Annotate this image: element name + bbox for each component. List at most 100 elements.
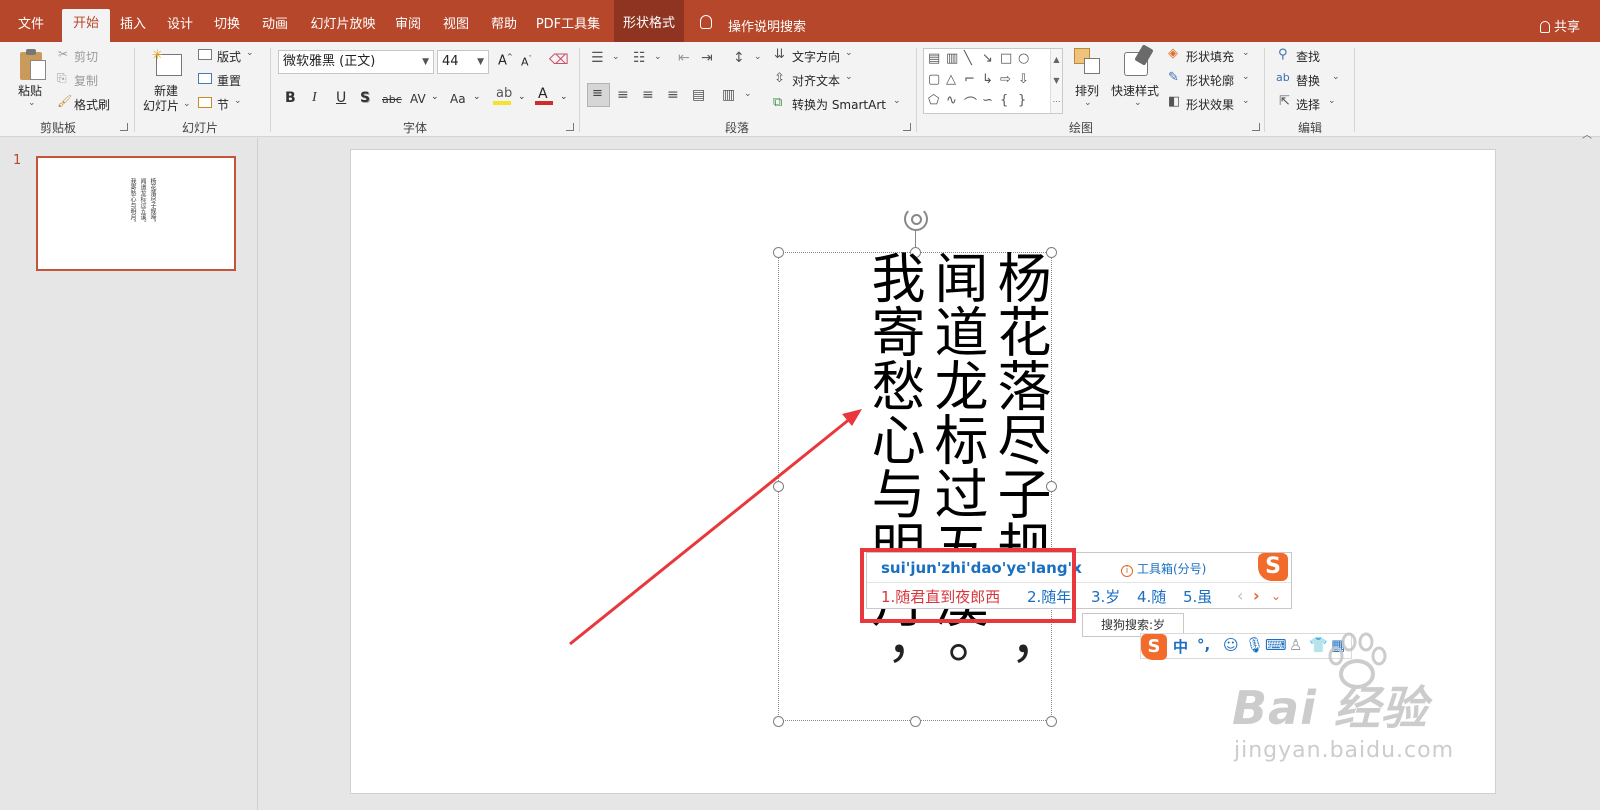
ime-candidate-3[interactable]: 3.岁 <box>1091 586 1120 607</box>
tab-slideshow[interactable]: 幻灯片放映 <box>306 8 380 42</box>
bold-button[interactable]: B <box>285 90 296 106</box>
reset-button[interactable]: 重置 <box>217 72 241 89</box>
ime-punctuation-toggle[interactable]: °, <box>1197 636 1210 654</box>
slide-thumbnail[interactable]: 杨花落尽子规啼， 闻道龙标过五溪。 我寄愁心与明月， <box>36 156 236 271</box>
tab-view[interactable]: 视图 <box>436 8 476 42</box>
left-brace-shape-icon[interactable]: { <box>1000 93 1008 108</box>
align-text-dropdown-icon[interactable]: ⌄ <box>845 72 853 82</box>
elbow-connector-shape-icon[interactable]: ⌐ <box>964 72 975 87</box>
decrease-indent-icon[interactable]: ⇤ <box>678 50 690 66</box>
ime-expand-icon[interactable]: ⌄ <box>1271 589 1281 603</box>
arrange-dropdown-icon[interactable]: ⌄ <box>1084 98 1092 108</box>
tab-file[interactable]: 文件 <box>10 8 52 42</box>
font-color-icon[interactable]: A <box>535 86 553 106</box>
ime-toolbox-button[interactable]: i 工具箱(分号) <box>1121 560 1206 577</box>
ime-candidate-5[interactable]: 5.虽 <box>1183 586 1212 607</box>
italic-button[interactable]: I <box>312 90 317 106</box>
tab-transitions[interactable]: 切换 <box>207 8 247 42</box>
shrink-font-button[interactable]: Aˇ <box>521 55 532 69</box>
rectangle-shape-icon[interactable]: □ <box>1000 51 1012 66</box>
justify-icon[interactable]: ≡ <box>667 87 679 103</box>
shapes-gallery-scroll[interactable]: ▲ ▼ ⋯ <box>1050 49 1062 113</box>
replace-dropdown-icon[interactable]: ⌄ <box>1332 72 1340 82</box>
clipboard-launcher-icon[interactable] <box>120 123 128 131</box>
columns-icon[interactable]: ▥ <box>722 87 735 103</box>
quick-styles-button[interactable]: 快速样式 <box>1111 82 1159 99</box>
right-brace-shape-icon[interactable]: } <box>1018 93 1026 108</box>
numbering-dropdown-icon[interactable]: ⌄ <box>654 52 662 62</box>
char-spacing-dropdown-icon[interactable]: ⌄ <box>431 92 439 102</box>
vertical-textbox-shape-icon[interactable]: ▥ <box>946 51 958 66</box>
ime-next-page-icon[interactable]: › <box>1253 586 1260 605</box>
tab-design[interactable]: 设计 <box>160 8 200 42</box>
text-direction-button[interactable]: 文字方向 <box>792 48 840 65</box>
convert-smartart-dropdown-icon[interactable]: ⌄ <box>893 96 901 106</box>
section-dropdown-icon[interactable]: ⌄ <box>234 96 242 106</box>
char-spacing-button[interactable]: AV <box>410 92 426 106</box>
layout-dropdown-icon[interactable]: ⌄ <box>246 48 254 58</box>
curve-shape-icon[interactable]: ∽ <box>982 93 993 108</box>
paste-button[interactable]: 粘贴 <box>18 82 42 99</box>
elbow-arrow-shape-icon[interactable]: ↳ <box>982 72 993 87</box>
layout-button[interactable]: 版式 <box>217 48 241 65</box>
tab-home[interactable]: 开始 <box>62 9 110 42</box>
share-button[interactable]: 共享 <box>1539 16 1580 35</box>
tab-help[interactable]: 帮助 <box>484 8 524 42</box>
line-spacing-icon[interactable]: ↕ <box>733 50 745 66</box>
rounded-rect-shape-icon[interactable]: ▢ <box>928 72 940 87</box>
paste-icon[interactable] <box>18 48 46 82</box>
strikethrough-button[interactable]: abc <box>382 93 402 106</box>
arrange-button[interactable]: 排列 <box>1075 82 1099 99</box>
tab-insert[interactable]: 插入 <box>113 8 153 42</box>
bullets-icon[interactable]: ☰ <box>591 50 604 66</box>
shape-effects-dropdown-icon[interactable]: ⌄ <box>1242 96 1250 106</box>
ime-language-toggle[interactable]: 中 <box>1173 636 1188 657</box>
select-dropdown-icon[interactable]: ⌄ <box>1328 96 1336 106</box>
select-button[interactable]: 选择 <box>1296 96 1320 113</box>
highlight-color-icon[interactable]: ab <box>493 86 512 106</box>
shapes-gallery[interactable]: ▤ ▥ ╲ ↘ □ ○ ▢ △ ⌐ ↳ ⇨ ⇩ ⬠ ∿ ⌒ ∽ { } ▲ ▼ ⋯ <box>923 48 1063 114</box>
tab-shape-format[interactable]: 形状格式 <box>614 0 684 42</box>
change-case-button[interactable]: Aa <box>450 92 466 106</box>
microphone-icon[interactable]: 🎙 <box>1245 636 1264 654</box>
shape-outline-dropdown-icon[interactable]: ⌄ <box>1242 72 1250 82</box>
drawing-launcher-icon[interactable] <box>1252 123 1260 131</box>
highlight-dropdown-icon[interactable]: ⌄ <box>518 92 526 102</box>
resize-handle-top-left[interactable] <box>773 247 784 258</box>
oval-shape-icon[interactable]: ○ <box>1018 51 1029 66</box>
tab-pdf-tools[interactable]: PDF工具集 <box>532 8 604 42</box>
columns-dropdown-icon[interactable]: ⌄ <box>744 89 752 99</box>
triangle-shape-icon[interactable]: △ <box>946 72 956 87</box>
new-slide-button-line2[interactable]: 幻灯片 <box>143 97 179 114</box>
shape-fill-button[interactable]: 形状填充 <box>1186 48 1234 65</box>
rotate-handle-icon[interactable] <box>904 207 928 231</box>
freeform-shape-icon[interactable]: ∿ <box>946 93 957 108</box>
bullets-dropdown-icon[interactable]: ⌄ <box>612 52 620 62</box>
ime-prev-page-icon[interactable]: ‹ <box>1237 586 1243 605</box>
new-slide-icon[interactable]: ✳ <box>152 48 184 78</box>
new-slide-dropdown-icon[interactable]: ⌄ <box>183 99 191 109</box>
font-name-select[interactable]: 微软雅黑 (正文) ▼ <box>278 50 434 74</box>
clear-formatting-icon[interactable]: ⌫ <box>549 52 569 68</box>
change-case-dropdown-icon[interactable]: ⌄ <box>473 92 481 102</box>
replace-button[interactable]: 替换 <box>1296 72 1320 89</box>
quick-styles-icon[interactable] <box>1122 44 1154 80</box>
copy-button[interactable]: 复制 <box>74 72 98 89</box>
keyboard-icon[interactable]: ⌨ <box>1265 636 1287 654</box>
font-color-dropdown-icon[interactable]: ⌄ <box>560 92 568 102</box>
section-button[interactable]: 节 <box>217 96 229 113</box>
increase-indent-icon[interactable]: ⇥ <box>701 50 713 66</box>
shape-outline-button[interactable]: 形状轮廓 <box>1186 72 1234 89</box>
arrange-icon[interactable] <box>1074 48 1102 78</box>
distributed-icon[interactable]: ▤ <box>692 87 705 103</box>
underline-button[interactable]: U <box>336 90 346 106</box>
ime-candidate-4[interactable]: 4.随 <box>1137 586 1166 607</box>
font-launcher-icon[interactable] <box>566 123 574 131</box>
line-spacing-dropdown-icon[interactable]: ⌄ <box>754 52 762 62</box>
down-arrow-shape-icon[interactable]: ⇩ <box>1018 72 1029 87</box>
collapse-ribbon-icon[interactable]: ︿ <box>1582 126 1592 141</box>
arrow-line-shape-icon[interactable]: ↘ <box>982 51 993 66</box>
align-right-icon[interactable]: ≡ <box>642 87 654 103</box>
text-direction-dropdown-icon[interactable]: ⌄ <box>845 48 853 58</box>
align-left-button[interactable]: ≡ <box>587 83 610 107</box>
